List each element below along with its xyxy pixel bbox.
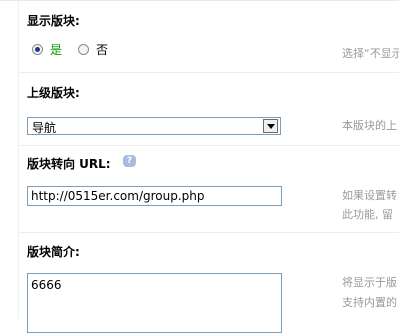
show-section-hint: 选择“不显示	[342, 47, 399, 60]
parent-section-hint: 本版块的上	[342, 119, 397, 132]
parent-section-label: 上级版块:	[27, 86, 80, 100]
section-intro-textarea[interactable]: 6666	[27, 273, 282, 333]
show-yes-radio[interactable]	[32, 44, 43, 55]
redirect-url-label: 版块转向 URL:	[27, 157, 111, 171]
show-yes-label[interactable]: 是	[50, 41, 62, 58]
parent-section-value: 导航	[32, 121, 57, 135]
redirect-url-hint-line1: 如果设置转	[342, 189, 397, 202]
section-intro-hint-line2: 支持内置的	[342, 296, 397, 309]
show-section-label: 显示版块:	[27, 14, 80, 28]
section-intro-hint-line1: 将显示于版	[342, 276, 397, 289]
top-border	[0, 0, 399, 1]
divider	[18, 232, 399, 233]
redirect-url-hint-line2: 此功能, 留	[342, 208, 393, 221]
section-intro-label: 版块简介:	[27, 245, 80, 259]
chevron-down-icon[interactable]	[263, 119, 278, 133]
show-no-label[interactable]: 否	[96, 41, 108, 58]
divider	[18, 72, 399, 73]
parent-section-select[interactable]: 导航	[27, 117, 281, 135]
help-icon[interactable]: ?	[123, 155, 136, 167]
left-border	[18, 0, 19, 318]
divider	[18, 145, 399, 146]
show-no-radio[interactable]	[78, 44, 89, 55]
redirect-url-input[interactable]	[27, 186, 282, 206]
